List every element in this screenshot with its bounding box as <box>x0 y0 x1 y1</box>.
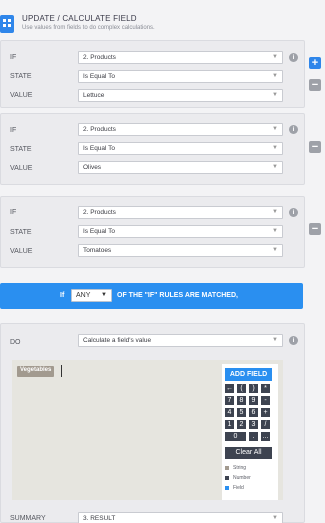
if-label: IF <box>10 127 17 134</box>
key-plus[interactable]: + <box>261 408 270 417</box>
chevron-down-icon: ▼ <box>101 292 107 298</box>
key-8[interactable]: 8 <box>237 396 246 405</box>
rule-1-value-value: Lettuce <box>83 92 105 99</box>
rule-match-bar: If ANY ▼ OF THE "IF" RULES ARE MATCHED, <box>0 283 303 309</box>
legend-field: Field <box>225 485 244 491</box>
action-value: Calculate a field's value <box>83 337 152 344</box>
action-select[interactable]: Calculate a field's value ▼ <box>78 334 283 347</box>
match-quantifier-value: ANY <box>76 292 91 299</box>
key-3[interactable]: 3 <box>249 420 258 429</box>
rule-2-value-select[interactable]: Olives ▼ <box>78 161 283 174</box>
summary-select[interactable]: 3. RESULT ▼ <box>78 512 283 523</box>
if-label: IF <box>10 54 17 61</box>
remove-rule-1-button[interactable]: − <box>309 79 321 91</box>
key-multiply[interactable]: * <box>261 384 270 393</box>
info-icon[interactable]: i <box>289 208 298 217</box>
chevron-down-icon: ▼ <box>272 126 278 132</box>
legend-number: Number <box>225 475 251 481</box>
key-more[interactable]: ... <box>261 432 270 441</box>
rule-2-value-value: Olives <box>83 164 102 171</box>
rule-1-field-value: 2. Products <box>83 54 116 61</box>
key-backspace[interactable]: ← <box>225 384 234 393</box>
key-9[interactable]: 9 <box>249 396 258 405</box>
rule-1-state-value: Is Equal To <box>83 73 116 80</box>
chevron-down-icon: ▼ <box>272 54 278 60</box>
rule-2-field-select[interactable]: 2. Products ▼ <box>78 123 283 136</box>
key-7[interactable]: 7 <box>225 396 234 405</box>
summary-value: 3. RESULT <box>83 515 116 522</box>
rule-3-value-value: Tomatoes <box>83 247 112 254</box>
add-field-button[interactable]: ADD FIELD <box>225 368 272 381</box>
key-open-paren[interactable]: ( <box>237 384 246 393</box>
rule-2-state-select[interactable]: Is Equal To ▼ <box>78 142 283 155</box>
update-calculate-field-panel: UPDATE / CALCULATE FIELD Use values from… <box>0 0 325 523</box>
match-suffix: OF THE "IF" RULES ARE MATCHED, <box>117 292 238 299</box>
key-minus[interactable]: - <box>261 396 270 405</box>
number-swatch <box>225 475 229 480</box>
chevron-down-icon: ▼ <box>272 247 278 253</box>
add-rule-button[interactable]: + <box>309 57 321 69</box>
field-tag-vegetables[interactable]: Vegetables <box>17 366 55 377</box>
state-label: STATE <box>10 73 32 80</box>
chevron-down-icon: ▼ <box>272 164 278 170</box>
legend-label: String <box>233 465 247 471</box>
key-decimal[interactable]: . <box>249 432 258 441</box>
info-icon[interactable]: i <box>289 125 298 134</box>
info-icon[interactable]: i <box>289 53 298 62</box>
rule-2-field-value: 2. Products <box>83 126 116 133</box>
string-swatch <box>225 465 229 470</box>
key-5[interactable]: 5 <box>237 408 246 417</box>
summary-label: SUMMARY <box>10 515 46 522</box>
state-label: STATE <box>10 146 32 153</box>
remove-rule-2-button[interactable]: − <box>309 141 321 153</box>
state-label: STATE <box>10 229 32 236</box>
info-icon[interactable]: i <box>289 336 298 345</box>
key-6[interactable]: 6 <box>249 408 258 417</box>
calculator-icon <box>0 15 14 33</box>
panel-title: UPDATE / CALCULATE FIELD <box>22 14 137 23</box>
do-label: DO <box>10 339 21 346</box>
rule-1-field-select[interactable]: 2. Products ▼ <box>78 51 283 64</box>
rule-1-value-select[interactable]: Lettuce ▼ <box>78 89 283 102</box>
legend-string: String <box>225 465 246 471</box>
chevron-down-icon: ▼ <box>272 145 278 151</box>
rule-1-state-select[interactable]: Is Equal To ▼ <box>78 70 283 83</box>
chevron-down-icon: ▼ <box>272 73 278 79</box>
key-0[interactable]: 0 <box>225 432 246 441</box>
rule-3-field-select[interactable]: 2. Products ▼ <box>78 206 283 219</box>
panel-subtitle: Use values from fields to do complex cal… <box>22 25 155 31</box>
chevron-down-icon: ▼ <box>272 92 278 98</box>
rule-3-state-value: Is Equal To <box>83 228 116 235</box>
chevron-down-icon: ▼ <box>272 515 278 521</box>
rule-3-field-value: 2. Products <box>83 209 116 216</box>
chevron-down-icon: ▼ <box>272 209 278 215</box>
rule-3-state-select[interactable]: Is Equal To ▼ <box>78 225 283 238</box>
legend-label: Number <box>233 475 251 481</box>
key-4[interactable]: 4 <box>225 408 234 417</box>
key-close-paren[interactable]: ) <box>249 384 258 393</box>
rule-3-value-select[interactable]: Tomatoes ▼ <box>78 244 283 257</box>
if-label: IF <box>10 209 17 216</box>
field-swatch <box>225 485 229 490</box>
key-1[interactable]: 1 <box>225 420 234 429</box>
value-label: VALUE <box>10 248 33 255</box>
clear-all-button[interactable]: Clear All <box>225 447 272 459</box>
rule-2-state-value: Is Equal To <box>83 145 116 152</box>
key-2[interactable]: 2 <box>237 420 246 429</box>
value-label: VALUE <box>10 92 33 99</box>
legend-label: Field <box>233 485 244 491</box>
text-cursor <box>61 365 62 377</box>
chevron-down-icon: ▼ <box>272 337 278 343</box>
remove-rule-3-button[interactable]: − <box>309 223 321 235</box>
match-prefix: If <box>60 292 65 299</box>
key-divide[interactable]: / <box>261 420 270 429</box>
chevron-down-icon: ▼ <box>272 228 278 234</box>
match-quantifier-select[interactable]: ANY ▼ <box>71 289 112 302</box>
value-label: VALUE <box>10 165 33 172</box>
